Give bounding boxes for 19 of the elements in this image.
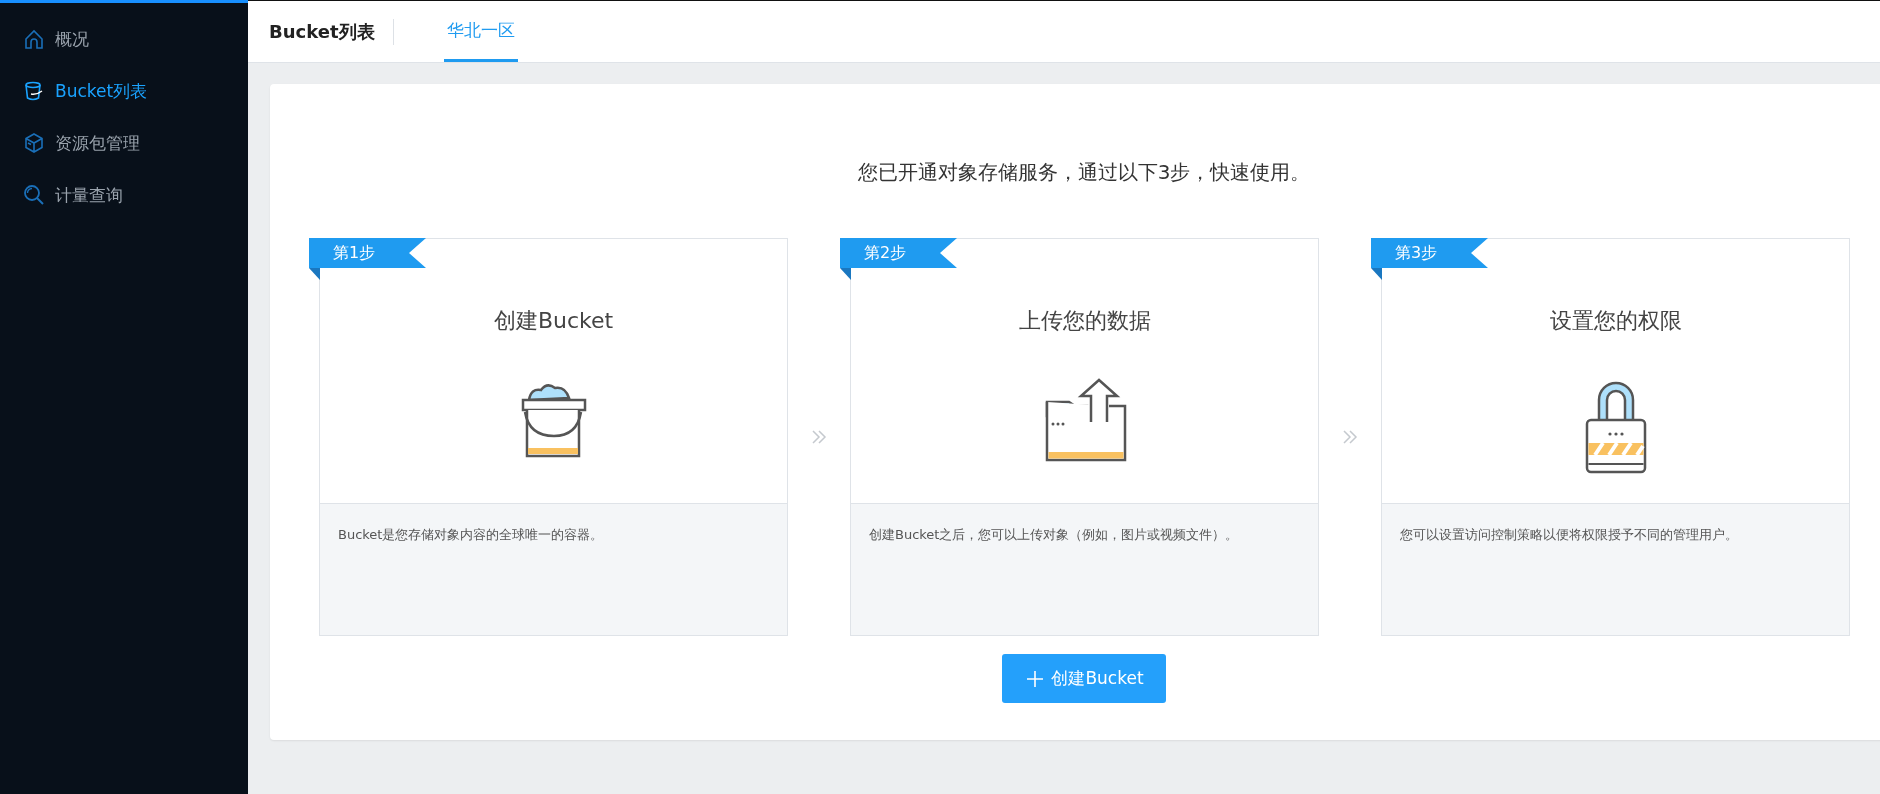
page-title: Bucket列表 [248,18,394,45]
double-chevron-icon [811,429,827,445]
home-icon [23,28,45,50]
step-title: 上传您的数据 [1018,307,1151,335]
sidebar-item[interactable]: 资源包管理 [0,117,248,169]
bucket-icon [23,80,45,102]
cube-icon [23,132,45,154]
guide-heading: 您已开通对象存储服务，通过以下3步，快速使用。 [856,159,1312,186]
sidebar-item[interactable]: Bucket列表 [0,65,248,117]
step-title: 创建Bucket [493,307,614,335]
sidebar-item[interactable]: 概况 [0,13,248,65]
step-title: 设置您的权限 [1549,307,1682,335]
step-description: Bucket是您存储对象内容的全球唯一的容器。 [320,504,787,635]
step-description: 您可以设置访问控制策略以便将权限授予不同的管理用户。 [1382,504,1849,635]
search-icon [23,184,45,206]
double-chevron-icon [1342,429,1358,445]
plus-icon [1027,670,1044,687]
step-description: 创建Bucket之后，您可以上传对象（例如，图片或视频文件）。 [851,504,1318,635]
sidebar-item[interactable]: 计量查询 [0,169,248,221]
